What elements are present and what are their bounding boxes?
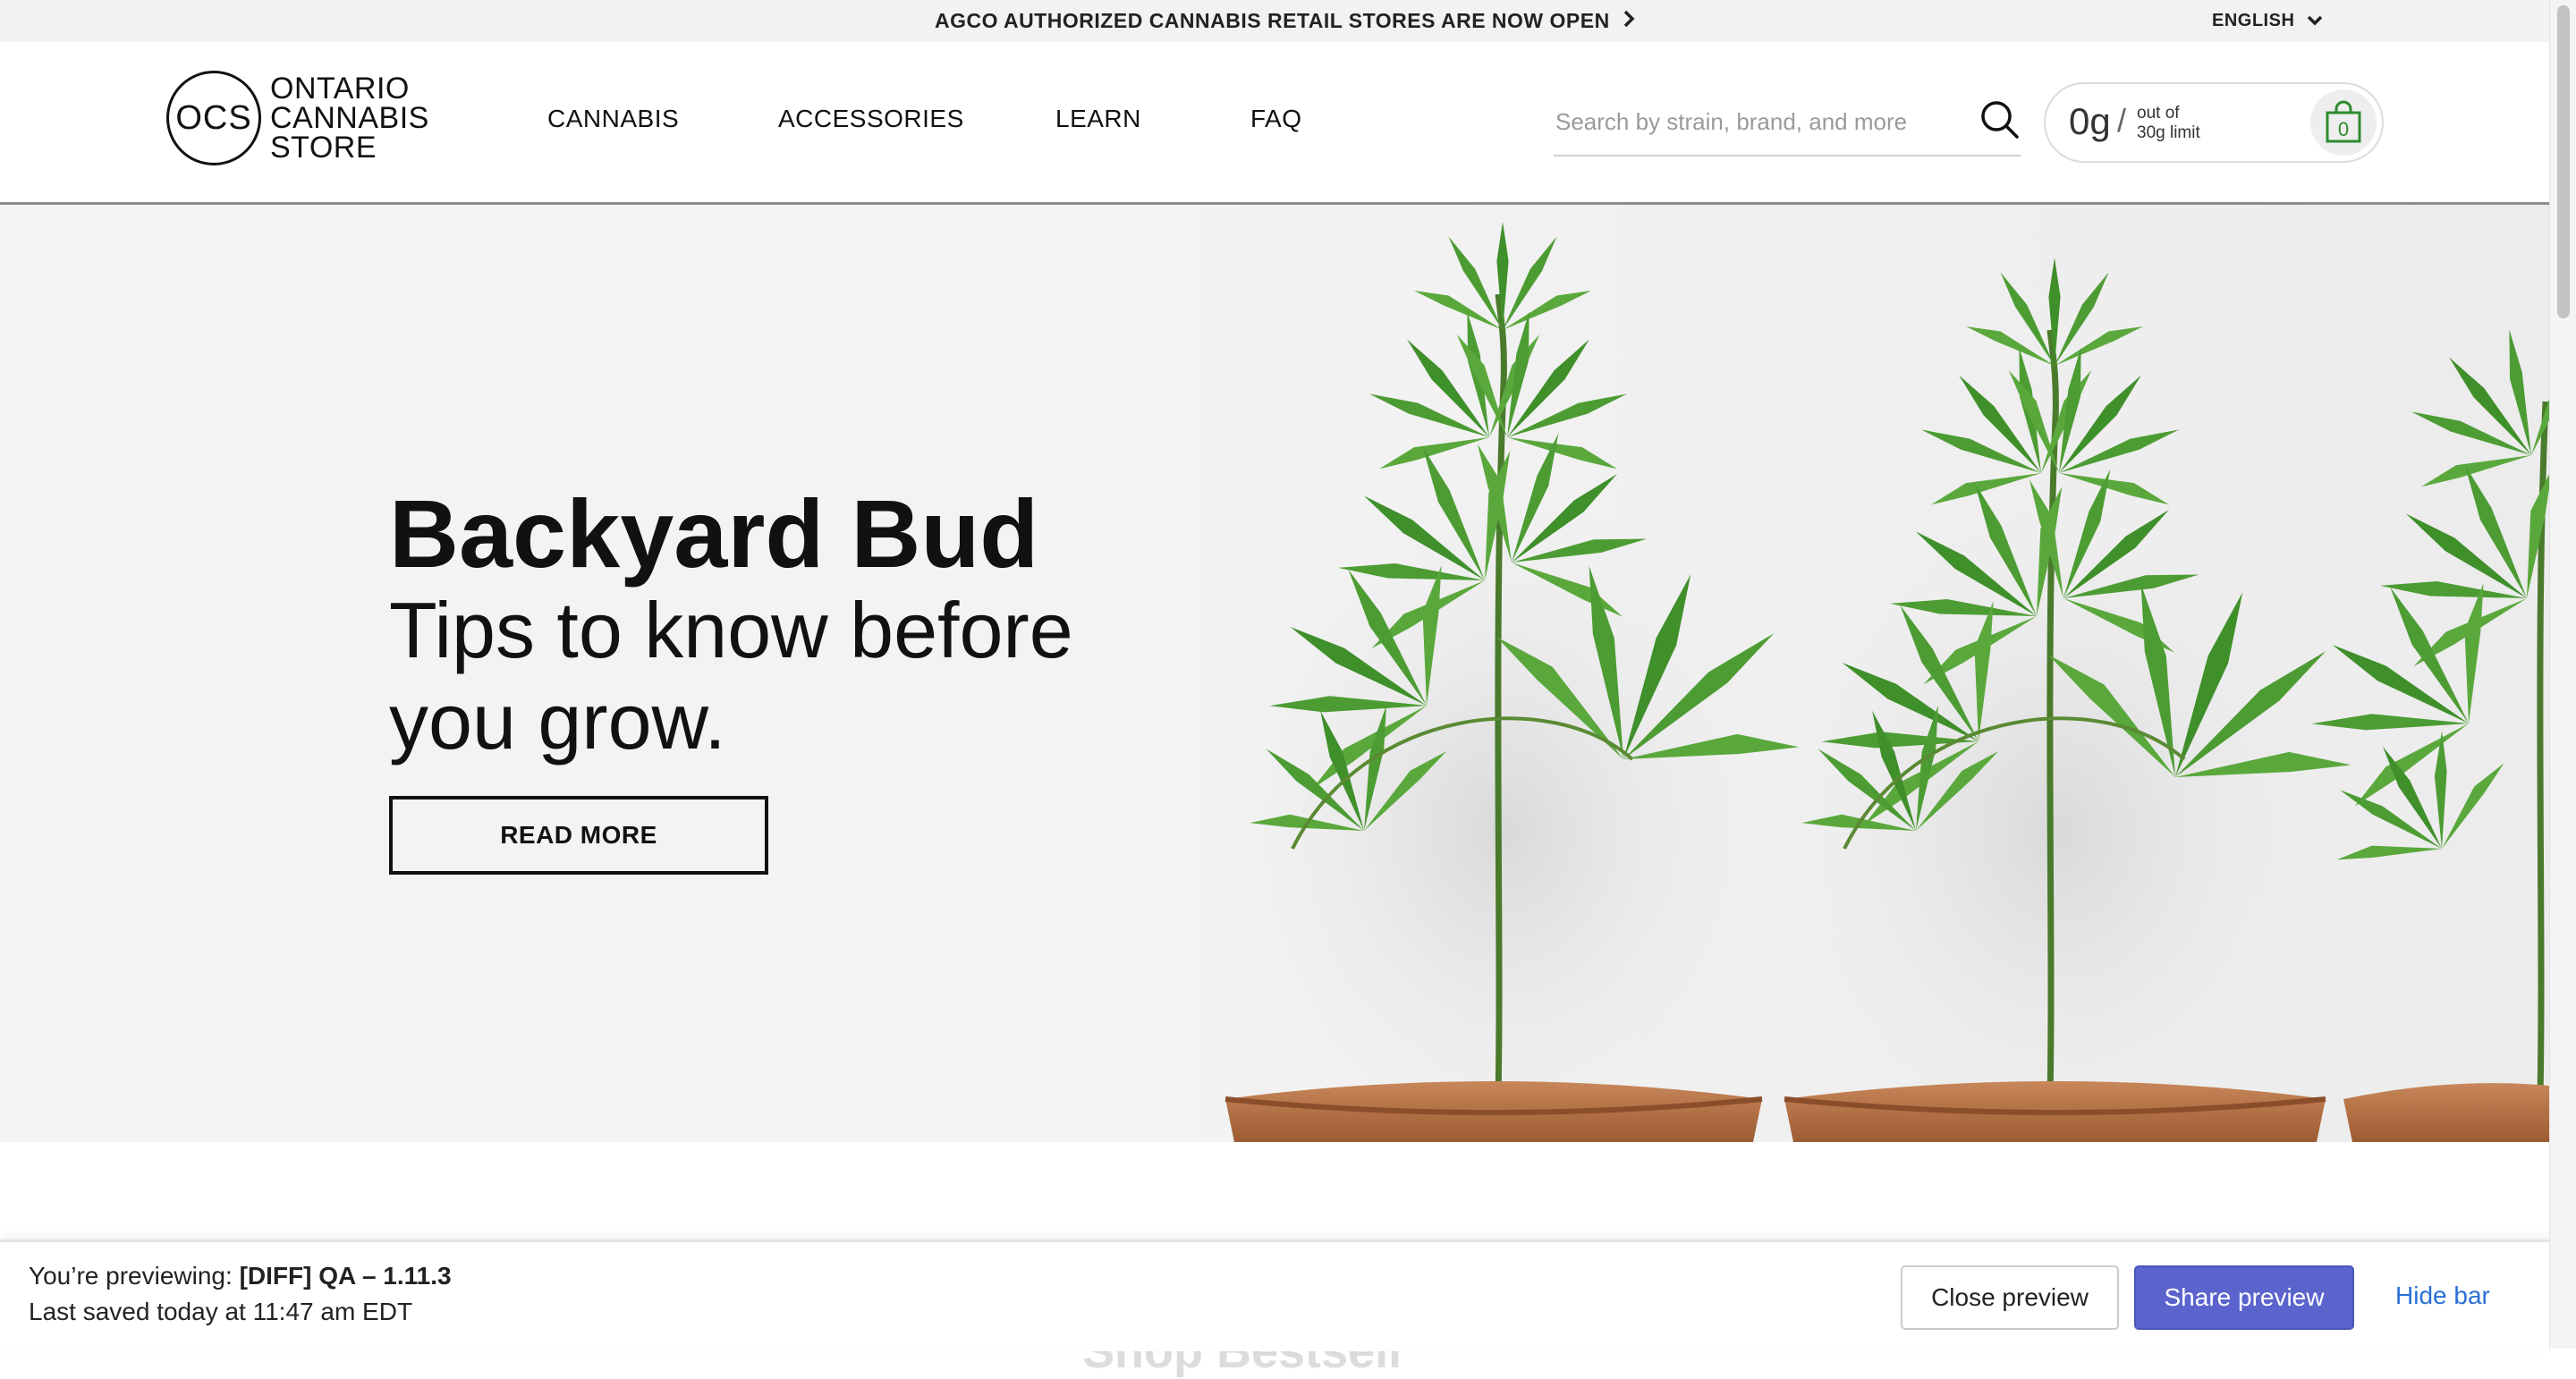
limit-slash: / (2117, 102, 2127, 139)
nav-cannabis[interactable]: CANNABIS (547, 105, 679, 133)
logo-line-2: CANNABIS (270, 100, 429, 135)
previewing-info: You’re previewing: [DIFF] QA – 1.11.3 (29, 1262, 452, 1290)
scrollbar-thumb[interactable] (2557, 5, 2570, 318)
search-input[interactable] (1554, 96, 1951, 148)
previewing-prefix: You’re previewing: (29, 1262, 233, 1290)
search-bar (1554, 96, 2021, 157)
page-scrollbar[interactable] (2549, 0, 2576, 1349)
chevron-down-icon (2307, 11, 2323, 31)
site-header: OCS ONTARIO CANNABIS STORE CANNABIS ACCE… (0, 42, 2549, 205)
preview-bar: You’re previewing: [DIFF] QA – 1.11.3 La… (0, 1239, 2549, 1351)
hero-plants-image (1216, 222, 2549, 1142)
close-preview-button[interactable]: Close preview (1901, 1265, 2119, 1330)
last-saved-text: Last saved today at 11:47 am EDT (29, 1298, 413, 1325)
logo-wordmark: ONTARIO CANNABIS STORE (270, 71, 429, 165)
announcement-link[interactable]: AGCO AUTHORIZED CANNABIS RETAIL STORES A… (935, 0, 1635, 42)
nav-faq[interactable]: FAQ (1250, 105, 1302, 133)
nav-learn[interactable]: LEARN (1055, 105, 1141, 133)
announcement-bar: AGCO AUTHORIZED CANNABIS RETAIL STORES A… (0, 0, 2549, 42)
cart-count: 0 (2338, 118, 2349, 140)
announcement-text: AGCO AUTHORIZED CANNABIS RETAIL STORES A… (935, 9, 1610, 32)
ocs-logo[interactable]: OCS ONTARIO CANNABIS STORE (166, 71, 429, 165)
limit-amount: 0g (2069, 100, 2111, 142)
share-preview-button[interactable]: Share preview (2134, 1265, 2354, 1330)
logo-monogram: OCS (166, 71, 261, 165)
search-icon[interactable] (1979, 99, 2021, 140)
limit-text-line-2: 30g limit (2137, 123, 2200, 142)
shopping-bag-icon[interactable]: 0 (2310, 89, 2377, 156)
hero-banner: Backyard Bud Tips to know before you gro… (0, 205, 2549, 1142)
language-selector[interactable]: ENGLISH (2212, 0, 2323, 42)
hero-title: Backyard Bud (389, 479, 1039, 588)
read-more-button[interactable]: READ MORE (389, 796, 768, 875)
hide-bar-link[interactable]: Hide bar (2395, 1282, 2490, 1310)
limit-text: out of 30g limit (2137, 104, 2200, 143)
purchase-limit-cart[interactable]: 0g / out of 30g limit 0 (2044, 82, 2384, 163)
logo-line-1: ONTARIO (270, 71, 410, 106)
hero-subtitle: Tips to know before you grow. (389, 586, 1073, 766)
logo-line-3: STORE (270, 130, 377, 165)
limit-text-line-1: out of (2137, 104, 2180, 123)
nav-accessories[interactable]: ACCESSORIES (778, 105, 964, 133)
language-label: ENGLISH (2212, 11, 2295, 30)
previewing-theme-name: [DIFF] QA – 1.11.3 (239, 1262, 452, 1290)
chevron-right-icon (1623, 7, 1635, 35)
